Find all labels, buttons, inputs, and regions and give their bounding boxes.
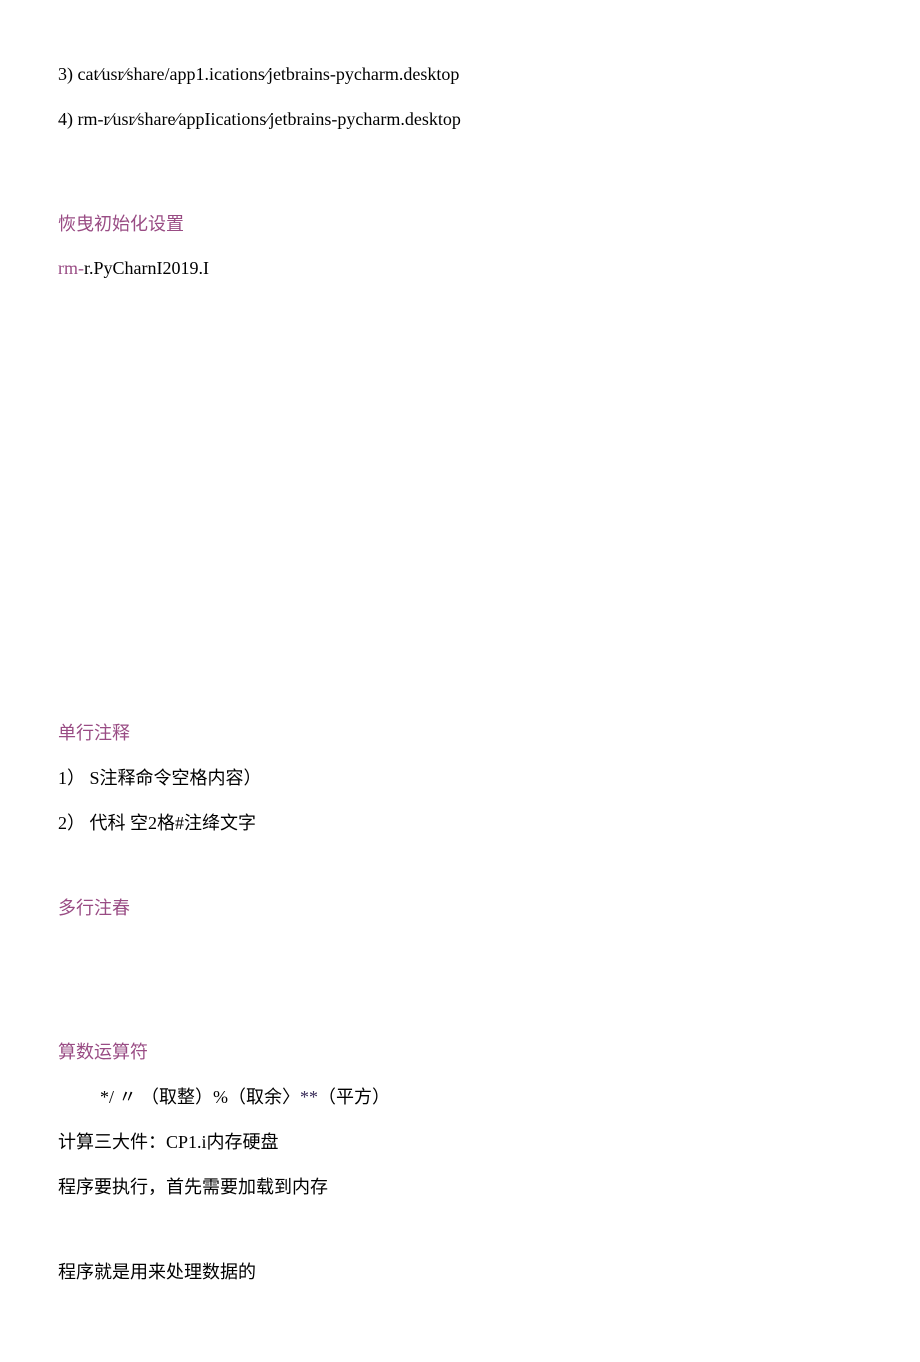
operator-symbols-prefix: */ 〃 （取整）%（取余〉 [100, 1087, 300, 1107]
calc-parts-text: 计算三大件：CP1.i内存硬盘 [58, 1132, 279, 1152]
multi-comment-heading: 多行注春 [58, 894, 862, 923]
single-comment-heading: 单行注释 [58, 719, 862, 748]
sc-line1-text: 1） S注释命令空格内容） [58, 768, 262, 788]
operator-heading: 算数运算符 [58, 1038, 862, 1067]
operator-square: （平方） [318, 1087, 390, 1107]
operator-asterisk: ** [300, 1087, 318, 1107]
cmd3-text: 3) cat⁄usr⁄share/app1.ications⁄jetbrains… [58, 64, 459, 84]
cmd4-text: 4) rm-r⁄usr⁄share⁄appIications⁄jetbrains… [58, 109, 461, 129]
gap [58, 1218, 862, 1238]
reset-heading: 恢曳初始化设置 [58, 210, 862, 239]
calc-parts: 计算三大件：CP1.i内存硬盘 [58, 1128, 862, 1157]
reset-heading-text: 恢曳初始化设置 [58, 214, 184, 234]
multi-comment-heading-text: 多行注春 [58, 898, 130, 918]
gap [58, 1238, 862, 1258]
program-data-text: 程序就是用来处理数据的 [58, 1262, 256, 1282]
command-line-3: 3) cat⁄usr⁄share/app1.ications⁄jetbrains… [58, 60, 862, 89]
program-exec-text: 程序要执行，首先需要加载到内存 [58, 1177, 328, 1197]
gap [58, 938, 862, 1038]
command-line-4: 4) rm-r⁄usr⁄share⁄appIications⁄jetbrains… [58, 105, 862, 134]
operator-symbols: */ 〃 （取整）%（取余〉**（平方） [58, 1083, 862, 1112]
gap [58, 150, 862, 210]
single-comment-heading-text: 单行注释 [58, 723, 130, 743]
program-data: 程序就是用来处理数据的 [58, 1258, 862, 1287]
gap [58, 874, 862, 894]
gap [58, 854, 862, 874]
single-comment-line1: 1） S注释命令空格内容） [58, 764, 862, 793]
reset-command: rm-r.PyCharnI2019.I [58, 254, 862, 283]
gap [58, 299, 862, 719]
operator-heading-text: 算数运算符 [58, 1042, 148, 1062]
program-exec: 程序要执行，首先需要加载到内存 [58, 1173, 862, 1202]
single-comment-line2: 2） 代科 空2格#注绛文字 [58, 809, 862, 838]
reset-cmd-rest: r.PyCharnI2019.I [84, 258, 209, 278]
reset-cmd-prefix: rm- [58, 258, 84, 278]
sc-line2-text: 2） 代科 空2格#注绛文字 [58, 813, 256, 833]
